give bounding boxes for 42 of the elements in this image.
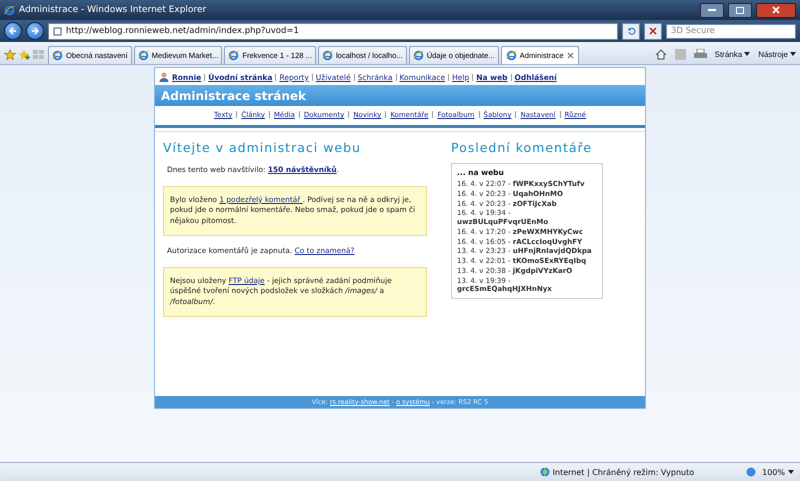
back-button[interactable] — [4, 22, 22, 40]
refresh-button[interactable] — [622, 22, 640, 40]
user-icon — [159, 72, 169, 82]
refresh-icon — [626, 26, 636, 36]
minimize-button[interactable] — [700, 2, 724, 18]
tools-menu[interactable]: Nástroje — [758, 50, 796, 58]
back-arrow-icon — [9, 27, 17, 35]
stop-icon — [649, 27, 657, 35]
caret-icon — [788, 470, 794, 474]
close-tab-icon[interactable] — [566, 52, 574, 59]
maximize-icon — [736, 6, 744, 14]
browser-icon — [4, 4, 15, 16]
caret-icon — [790, 52, 796, 56]
internet-icon — [540, 467, 550, 477]
browser-icon — [412, 50, 424, 61]
window-title: Administrace - Windows Internet Explorer — [19, 5, 208, 15]
browser-icon — [322, 50, 333, 61]
forward-button[interactable] — [26, 22, 44, 40]
browser-icon — [52, 50, 63, 61]
home-icon[interactable] — [654, 48, 667, 60]
caret-icon — [744, 52, 750, 56]
comments-heading: Poslední komentáře — [451, 140, 594, 155]
browser-icon — [138, 50, 149, 61]
address-field[interactable]: http://weblog.ronnieweb.net/admin/index.php?uvod=1 — [48, 22, 618, 40]
browser-icon — [506, 50, 517, 61]
minimize-icon — [708, 9, 716, 11]
browser-icon — [228, 50, 240, 61]
zoom-level[interactable]: 100% — [762, 468, 794, 476]
close-icon — [772, 6, 780, 14]
maximize-button[interactable] — [728, 2, 752, 18]
stop-button[interactable] — [644, 22, 662, 40]
close-button[interactable] — [756, 2, 796, 18]
add-favorite-icon[interactable] — [18, 49, 30, 61]
search-field[interactable]: 3D Secure — [666, 24, 796, 38]
forward-arrow-icon — [31, 27, 39, 35]
security-zone-text: Internet | Chráněný režim: Vypnuto — [540, 467, 694, 477]
page-title: Administrace stránek — [161, 88, 306, 102]
print-icon[interactable] — [694, 48, 707, 60]
favorites-star-icon[interactable] — [4, 49, 16, 61]
welcome-heading: Vítejte v administraci webu — [163, 140, 362, 155]
page-menu[interactable]: Stránka — [714, 50, 750, 58]
page-icon — [53, 26, 62, 36]
